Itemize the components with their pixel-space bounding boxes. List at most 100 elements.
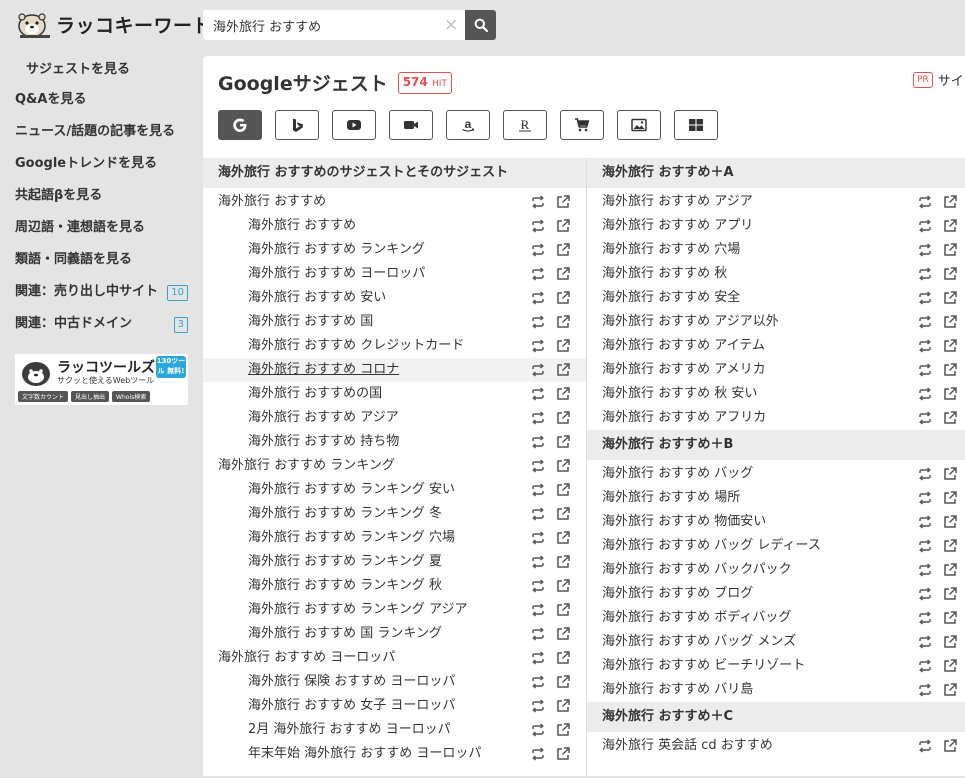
refresh-icon[interactable] [917, 658, 933, 674]
refresh-icon[interactable] [530, 410, 546, 426]
sidebar-item-related-words[interactable]: 周辺語・連想語を見る [0, 214, 200, 246]
list-item[interactable]: 海外旅行 おすすめ 安全 [587, 286, 965, 310]
external-link-icon[interactable] [555, 698, 571, 714]
suggest-keyword[interactable]: 海外旅行 おすすめ アジア [602, 190, 753, 214]
list-item[interactable]: 海外旅行 おすすめ ブログ [587, 582, 965, 606]
list-item[interactable]: 海外旅行 おすすめ 秋 [587, 262, 965, 286]
list-item[interactable]: 海外旅行 おすすめ ランキング [203, 238, 586, 262]
external-link-icon[interactable] [942, 586, 958, 602]
refresh-icon[interactable] [530, 362, 546, 378]
list-item[interactable]: 海外旅行 おすすめ 場所 [587, 486, 965, 510]
list-item[interactable]: 海外旅行 おすすめ 持ち物 [203, 430, 586, 454]
sidebar-item-cooccurrence[interactable]: 共起語βを見る [0, 182, 200, 214]
external-link-icon[interactable] [555, 218, 571, 234]
list-item[interactable]: 海外旅行 おすすめ ランキング 夏 [203, 550, 586, 574]
external-link-icon[interactable] [555, 722, 571, 738]
sidebar-item-qa[interactable]: Q&Aを見る [0, 86, 200, 118]
refresh-icon[interactable] [530, 242, 546, 258]
tab-bing[interactable] [275, 110, 319, 140]
refresh-icon[interactable] [917, 410, 933, 426]
tab-google[interactable] [218, 110, 262, 140]
suggest-keyword[interactable]: 海外旅行 おすすめ バリ島 [602, 678, 753, 702]
tab-shopping[interactable] [560, 110, 604, 140]
refresh-icon[interactable] [530, 266, 546, 282]
suggest-keyword[interactable]: 海外旅行 おすすめ ビーチリゾート [602, 654, 805, 678]
suggest-keyword[interactable]: 海外旅行 おすすめ ランキング アジア [248, 598, 468, 622]
sidebar-item-suggest[interactable]: サジェストを見る [0, 56, 200, 86]
refresh-icon[interactable] [530, 434, 546, 450]
suggest-keyword[interactable]: 海外旅行 おすすめ アフリカ [602, 406, 766, 430]
suggest-keyword[interactable]: 海外旅行 おすすめ ランキング 安い [248, 478, 455, 502]
list-item[interactable]: 海外旅行 おすすめ [203, 214, 586, 238]
refresh-icon[interactable] [917, 386, 933, 402]
external-link-icon[interactable] [555, 458, 571, 474]
list-item[interactable]: 海外旅行 おすすめ [203, 190, 586, 214]
external-link-icon[interactable] [555, 746, 571, 762]
external-link-icon[interactable] [942, 386, 958, 402]
suggest-keyword[interactable]: 海外旅行 おすすめの国 [248, 382, 382, 406]
refresh-icon[interactable] [530, 530, 546, 546]
refresh-icon[interactable] [530, 386, 546, 402]
refresh-icon[interactable] [917, 610, 933, 626]
list-item[interactable]: 海外旅行 おすすめ バッグ [587, 462, 965, 486]
tab-video[interactable] [389, 110, 433, 140]
external-link-icon[interactable] [942, 466, 958, 482]
list-item[interactable]: 海外旅行 おすすめ ランキング 穴場 [203, 526, 586, 550]
external-link-icon[interactable] [942, 290, 958, 306]
list-item[interactable]: 海外旅行 おすすめ バリ島 [587, 678, 965, 702]
list-item[interactable]: 海外旅行 おすすめ 秋 安い [587, 382, 965, 406]
search-input[interactable] [211, 16, 440, 34]
tab-amazon[interactable]: a [446, 110, 490, 140]
refresh-icon[interactable] [530, 650, 546, 666]
external-link-icon[interactable] [942, 538, 958, 554]
external-link-icon[interactable] [942, 682, 958, 698]
refresh-icon[interactable] [530, 578, 546, 594]
list-item[interactable]: 海外旅行 おすすめ アフリカ [587, 406, 965, 430]
refresh-icon[interactable] [530, 626, 546, 642]
refresh-icon[interactable] [917, 242, 933, 258]
suggest-keyword[interactable]: 海外旅行 おすすめ 国 ランキング [248, 622, 442, 646]
external-link-icon[interactable] [555, 242, 571, 258]
suggest-keyword[interactable]: 海外旅行 おすすめ ランキング 秋 [248, 574, 442, 598]
refresh-icon[interactable] [917, 338, 933, 354]
refresh-icon[interactable] [917, 362, 933, 378]
list-item[interactable]: 海外旅行 おすすめ バッグ メンズ [587, 630, 965, 654]
list-item[interactable]: 海外旅行 おすすめ 穴場 [587, 238, 965, 262]
tab-rakuten[interactable]: R [503, 110, 547, 140]
refresh-icon[interactable] [917, 634, 933, 650]
external-link-icon[interactable] [555, 266, 571, 282]
list-item[interactable]: 2月 海外旅行 おすすめ ヨーロッパ [203, 718, 586, 742]
external-link-icon[interactable] [555, 338, 571, 354]
pr-link[interactable]: PR サイ [913, 70, 964, 89]
external-link-icon[interactable] [555, 434, 571, 450]
external-link-icon[interactable] [942, 266, 958, 282]
suggest-keyword[interactable]: 海外旅行 おすすめ 物価安い [602, 510, 766, 534]
external-link-icon[interactable] [942, 738, 958, 754]
suggest-keyword[interactable]: 海外旅行 おすすめ バッグ レディース [602, 534, 821, 558]
list-item[interactable]: 海外旅行 おすすめ ヨーロッパ [203, 262, 586, 286]
refresh-icon[interactable] [917, 466, 933, 482]
list-item[interactable]: 海外旅行 おすすめ バックパック [587, 558, 965, 582]
external-link-icon[interactable] [942, 362, 958, 378]
external-link-icon[interactable] [942, 314, 958, 330]
external-link-icon[interactable] [555, 554, 571, 570]
tab-images[interactable] [617, 110, 661, 140]
list-item[interactable]: 海外旅行 おすすめ アイテム [587, 334, 965, 358]
external-link-icon[interactable] [555, 362, 571, 378]
external-link-icon[interactable] [555, 650, 571, 666]
suggest-keyword[interactable]: 海外旅行 おすすめ 場所 [602, 486, 740, 510]
suggest-keyword[interactable]: 海外旅行 おすすめ ブログ [602, 582, 753, 606]
list-item[interactable]: 海外旅行 おすすめ アプリ [587, 214, 965, 238]
external-link-icon[interactable] [942, 242, 958, 258]
suggest-keyword[interactable]: 海外旅行 おすすめ ヨーロッパ [218, 646, 395, 670]
suggest-keyword[interactable]: 海外旅行 おすすめ ランキング [248, 238, 425, 262]
refresh-icon[interactable] [530, 482, 546, 498]
refresh-icon[interactable] [530, 458, 546, 474]
list-item[interactable]: 海外旅行 おすすめ クレジットカード [203, 334, 586, 358]
list-item[interactable]: 海外旅行 おすすめ 国 ランキング [203, 622, 586, 646]
external-link-icon[interactable] [555, 578, 571, 594]
suggest-keyword[interactable]: 海外旅行 おすすめ 秋 安い [602, 382, 757, 406]
list-item[interactable]: 海外旅行 おすすめ コロナ [203, 358, 586, 382]
suggest-keyword[interactable]: 海外旅行 おすすめ [218, 190, 326, 214]
list-item[interactable]: 海外旅行 おすすめ ヨーロッパ [203, 646, 586, 670]
